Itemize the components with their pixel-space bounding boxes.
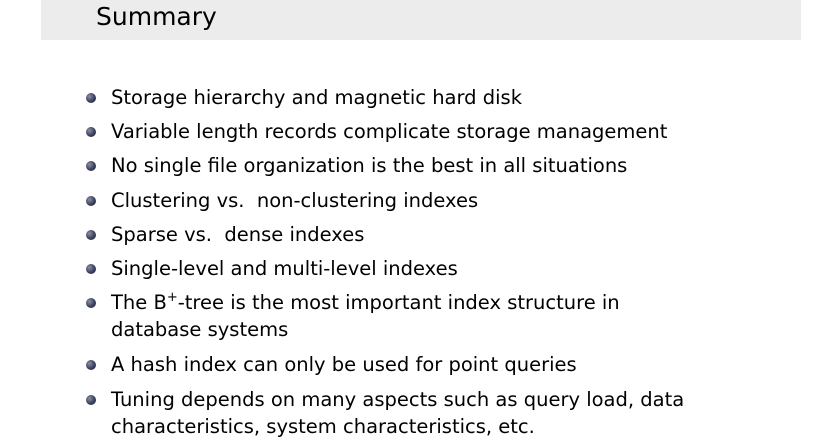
bullet-text: Variable length records complicate stora…	[111, 120, 668, 143]
superscript-plus: +	[166, 290, 178, 305]
bullet-icon	[86, 127, 96, 137]
bullet-icon	[86, 196, 96, 206]
bullet-text: Sparse vs. dense indexes	[111, 223, 365, 246]
bullet-text: The B+-tree is the most important index …	[111, 289, 711, 343]
bullet-text: Storage hierarchy and magnetic hard disk	[111, 86, 522, 109]
bullet-icon	[86, 230, 96, 240]
bullet-icon	[86, 360, 96, 370]
bullet-text-part: -tree is the most important index struct…	[111, 291, 620, 341]
bullet-icon	[86, 161, 96, 171]
slide-title: Summary	[96, 2, 217, 31]
bullet-text: Single-level and multi-level indexes	[111, 257, 458, 280]
bullet-icon	[86, 93, 96, 103]
title-bar: Summary	[41, 0, 801, 40]
bullet-icon	[86, 395, 96, 405]
bullet-text: Clustering vs. non-clustering indexes	[111, 189, 479, 212]
bullet-icon	[86, 264, 96, 274]
bullet-text-part: The B	[111, 291, 167, 314]
bullet-text: A hash index can only be used for point …	[111, 353, 577, 376]
bullet-text: No single file organization is the best …	[111, 154, 628, 177]
bullet-icon	[86, 298, 96, 308]
bullet-text: Tuning depends on many aspects such as q…	[111, 388, 685, 438]
